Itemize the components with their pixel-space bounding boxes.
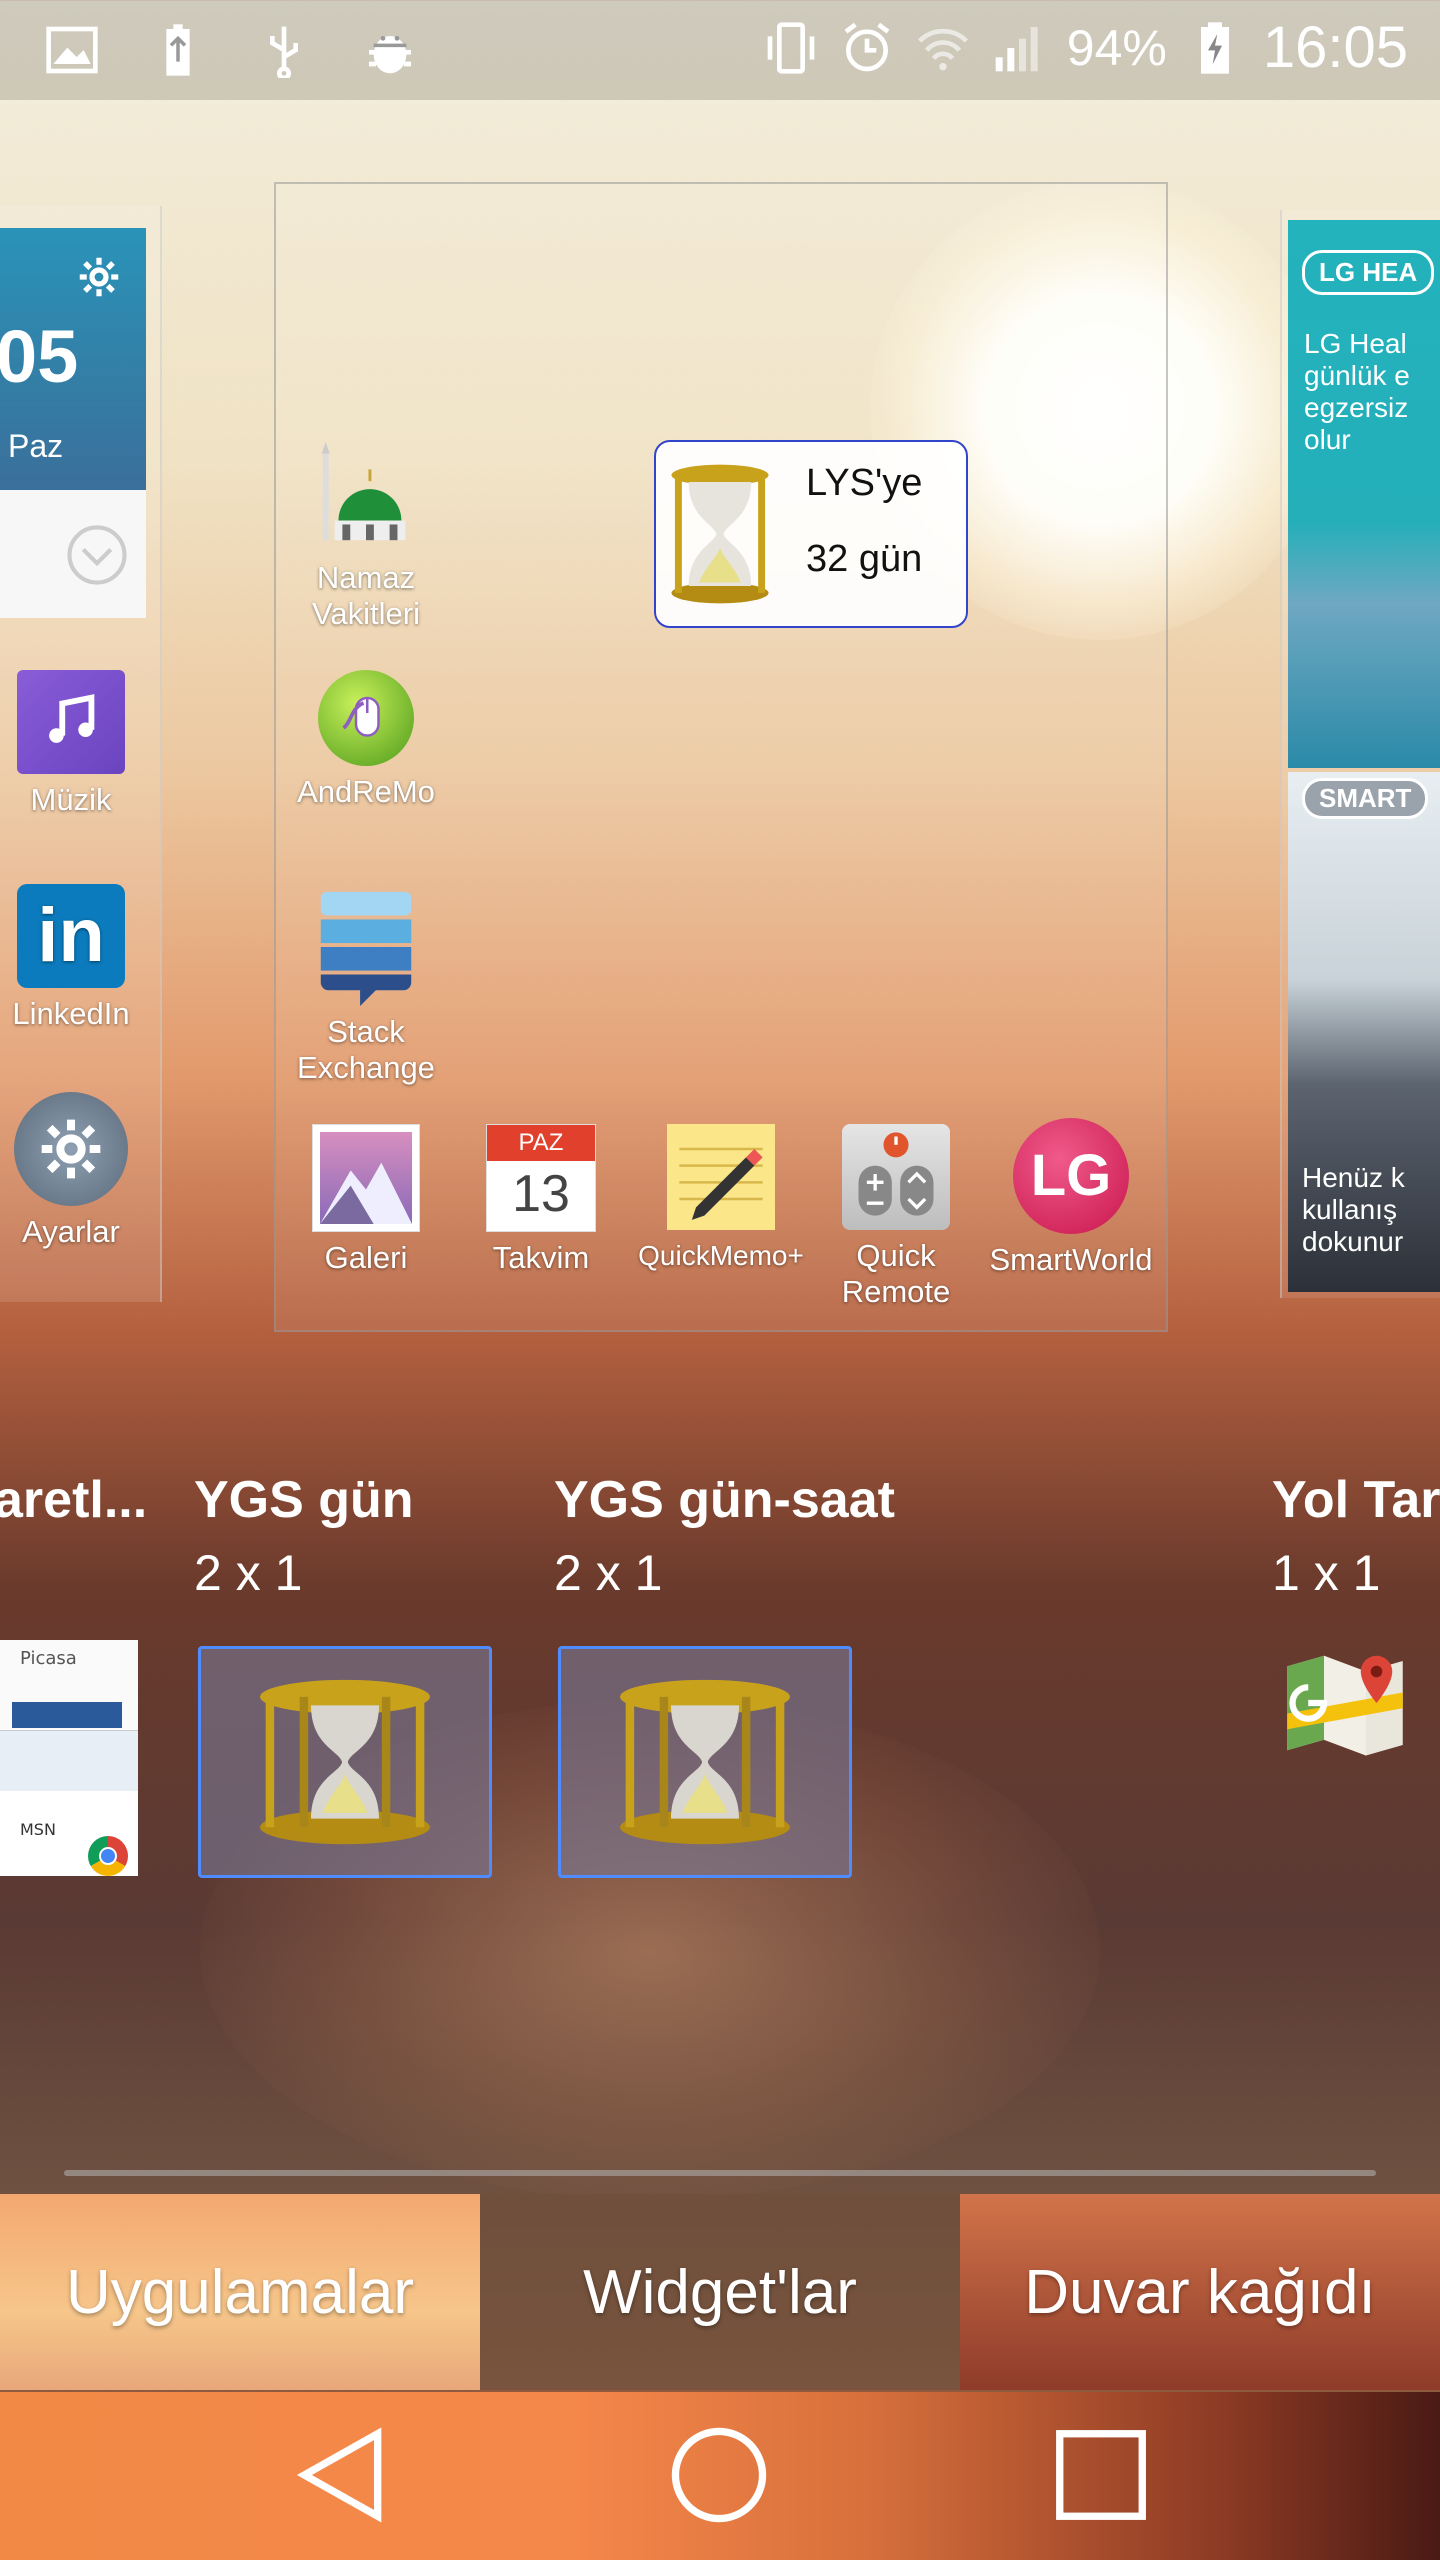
widget-item-ygs-gun-saat[interactable]: YGS gün-saat 2 x 1 [554, 1470, 895, 1602]
calendar-month: PAZ [487, 1125, 595, 1161]
lg-icon: LG [1013, 1118, 1129, 1234]
edit-mode-tabs: Uygulamalar Widget'lar Duvar kağıdı [0, 2194, 1440, 2390]
app-label-line1: Quick [856, 1238, 936, 1273]
app-label-line1: Stack [327, 1014, 405, 1049]
image-icon [46, 26, 98, 74]
app-quick-remote[interactable]: Quick Remote [816, 1124, 976, 1310]
app-label: Takvim [492, 1240, 590, 1275]
alarm-icon [844, 22, 890, 71]
settings-icon [14, 1092, 128, 1206]
tab-duvar-kagidi[interactable]: Duvar kağıdı [960, 2194, 1440, 2390]
countdown-line1: LYS'ye [806, 462, 923, 504]
chrome-icon [88, 1836, 128, 1876]
music-icon [17, 670, 125, 774]
widget-name: YGS gün-saat [554, 1471, 895, 1529]
signal-icon [995, 26, 1038, 71]
widget-item-yol-tarifi[interactable]: Yol Tar 1 x 1 [1272, 1470, 1440, 1602]
hourglass-icon [620, 1679, 790, 1845]
app-smartworld[interactable]: LG SmartWorld [981, 1118, 1161, 1278]
calendar-day: 13 [512, 1165, 570, 1223]
status-bar: 94% 16:05 [0, 0, 1440, 100]
widget-size: 2 x 1 [194, 1545, 303, 1601]
app-stack-exchange[interactable]: Stack Exchange [286, 888, 446, 1086]
app-label-line1: Namaz [316, 560, 416, 595]
app-label-line2: Exchange [297, 1050, 435, 1085]
widget-thumb-partial-left[interactable]: Picasa MSN [0, 1640, 138, 1876]
app-label: Ayarlar [22, 1214, 120, 1249]
chevron-down-icon[interactable] [64, 522, 130, 588]
app-label-line2: Remote [841, 1274, 951, 1309]
countdown-widget[interactable]: LYS'ye 32 gün [654, 440, 968, 628]
tab-uygulamalar[interactable]: Uygulamalar [0, 2194, 480, 2390]
widget-preview-ygs-gun[interactable] [198, 1646, 492, 1878]
scroll-divider [64, 2170, 1376, 2176]
clock-widget-day: Paz [8, 428, 64, 464]
banner-badge: LG HEA [1302, 250, 1435, 295]
lg-health-banner[interactable]: LG HEA LG Heal günlük e egzersiz olur [1288, 220, 1440, 768]
android-debug-icon [369, 36, 411, 74]
app-takvim[interactable]: PAZ 13 Takvim [461, 1124, 621, 1276]
remote-icon [842, 1124, 950, 1230]
notepad-icon [667, 1124, 775, 1230]
battery-charging-icon [1200, 21, 1229, 74]
hourglass-icon [260, 1679, 430, 1845]
home-page-preview[interactable]: Namaz Vakitleri AndReMo Stack Exchange L… [274, 182, 1168, 1332]
app-label: Galeri [324, 1240, 408, 1275]
clock-widget-time: 05 [0, 315, 79, 398]
app-label: SmartWorld [989, 1242, 1153, 1277]
recents-icon[interactable] [1046, 2420, 1156, 2530]
usb-icon [270, 26, 298, 78]
app-galeri[interactable]: Galeri [286, 1124, 446, 1276]
widget-item-partial-left[interactable]: aretl... [0, 1470, 147, 1530]
app-linkedin[interactable]: in LinkedIn [2, 884, 140, 1032]
widget-item-ygs-gun[interactable]: YGS gün 2 x 1 [194, 1470, 414, 1602]
picasa-label: Picasa [20, 1648, 77, 1669]
maps-icon[interactable] [1280, 1640, 1410, 1766]
back-icon[interactable] [286, 2420, 396, 2530]
battery-percent: 94% [1066, 19, 1167, 76]
msn-label: MSN [20, 1820, 56, 1839]
mosque-icon [306, 434, 426, 552]
gallery-icon [312, 1124, 420, 1232]
app-label: QuickMemo+ [638, 1240, 804, 1271]
clock-widget-lower [0, 490, 146, 618]
banner-text: Henüz k kullanış dokunur [1302, 1162, 1405, 1257]
left-home-page-preview[interactable]: 05 Paz Müzik in LinkedIn Ayarlar [0, 206, 162, 1302]
clock-widget[interactable]: 05 Paz [0, 228, 146, 490]
linkedin-icon: in [17, 884, 125, 988]
widget-size: 1 x 1 [1272, 1545, 1381, 1601]
app-andremo[interactable]: AndReMo [286, 670, 446, 810]
app-label: Müzik [30, 782, 112, 817]
app-label: AndReMo [297, 774, 435, 809]
mouse-icon [318, 670, 414, 766]
clock-time: 16:05 [1262, 15, 1408, 80]
banner-text: LG Heal günlük e egzersiz olur [1304, 328, 1410, 455]
right-home-page-preview[interactable]: LG HEA LG Heal günlük e egzersiz olur SM… [1280, 210, 1440, 1298]
calendar-icon: PAZ 13 [486, 1124, 596, 1232]
widget-name: aretl... [0, 1471, 148, 1529]
hourglass-icon [671, 464, 769, 604]
widget-size: 2 x 1 [554, 1545, 663, 1601]
battery-usb-icon [166, 24, 190, 76]
gear-icon[interactable] [78, 256, 120, 298]
lg-logo-text: LG [1030, 1143, 1112, 1208]
countdown-line2: 32 gün [806, 538, 923, 580]
app-label: LinkedIn [12, 996, 130, 1031]
app-muzik[interactable]: Müzik [6, 670, 136, 818]
vibrate-icon [767, 21, 815, 74]
app-ayarlar[interactable]: Ayarlar [4, 1092, 138, 1250]
app-namaz-vakitleri[interactable]: Namaz Vakitleri [286, 434, 446, 632]
smart-banner[interactable]: SMART Henüz k kullanış dokunur [1288, 772, 1440, 1292]
tab-widgetlar[interactable]: Widget'lar [480, 2194, 960, 2390]
wifi-icon [917, 28, 968, 70]
app-quickmemo[interactable]: QuickMemo+ [631, 1124, 811, 1274]
app-label-line2: Vakitleri [312, 596, 420, 631]
home-icon[interactable] [664, 2420, 774, 2530]
navigation-bar [0, 2392, 1440, 2560]
widget-preview-ygs-gun-saat[interactable] [558, 1646, 852, 1878]
stack-exchange-icon [316, 888, 416, 1006]
widget-name: Yol Tar [1272, 1471, 1440, 1529]
widget-name: YGS gün [194, 1471, 414, 1529]
banner-badge: SMART [1302, 778, 1429, 819]
